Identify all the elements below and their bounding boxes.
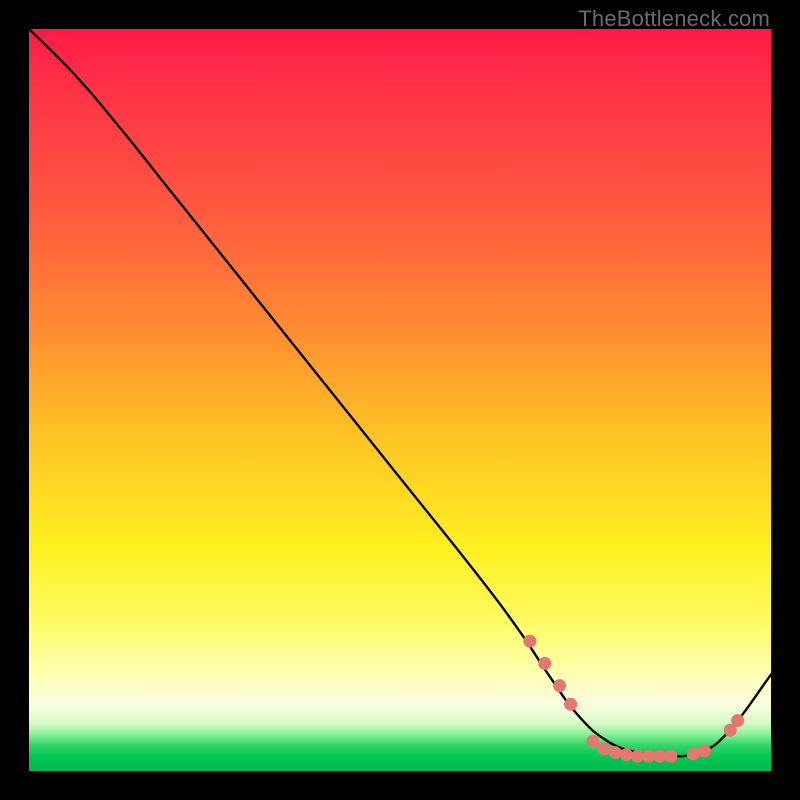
marker-dot [553,679,566,692]
marker-dot [609,746,622,759]
marker-dot [653,750,666,763]
marker-dot [731,714,744,727]
marker-dot [586,735,599,748]
marker-dot [598,742,611,755]
chart-stage: TheBottleneck.com [0,0,800,800]
marker-group [523,635,744,763]
marker-dot [538,657,551,670]
marker-dot [642,750,655,763]
curve-line [29,29,771,756]
marker-dot [631,750,644,763]
chart-overlay [29,29,771,771]
marker-dot [687,747,700,760]
marker-dot [564,698,577,711]
marker-dot [698,744,711,757]
watermark-text: TheBottleneck.com [578,6,770,32]
marker-dot [523,635,536,648]
marker-dot [620,748,633,761]
marker-dot [664,750,677,763]
